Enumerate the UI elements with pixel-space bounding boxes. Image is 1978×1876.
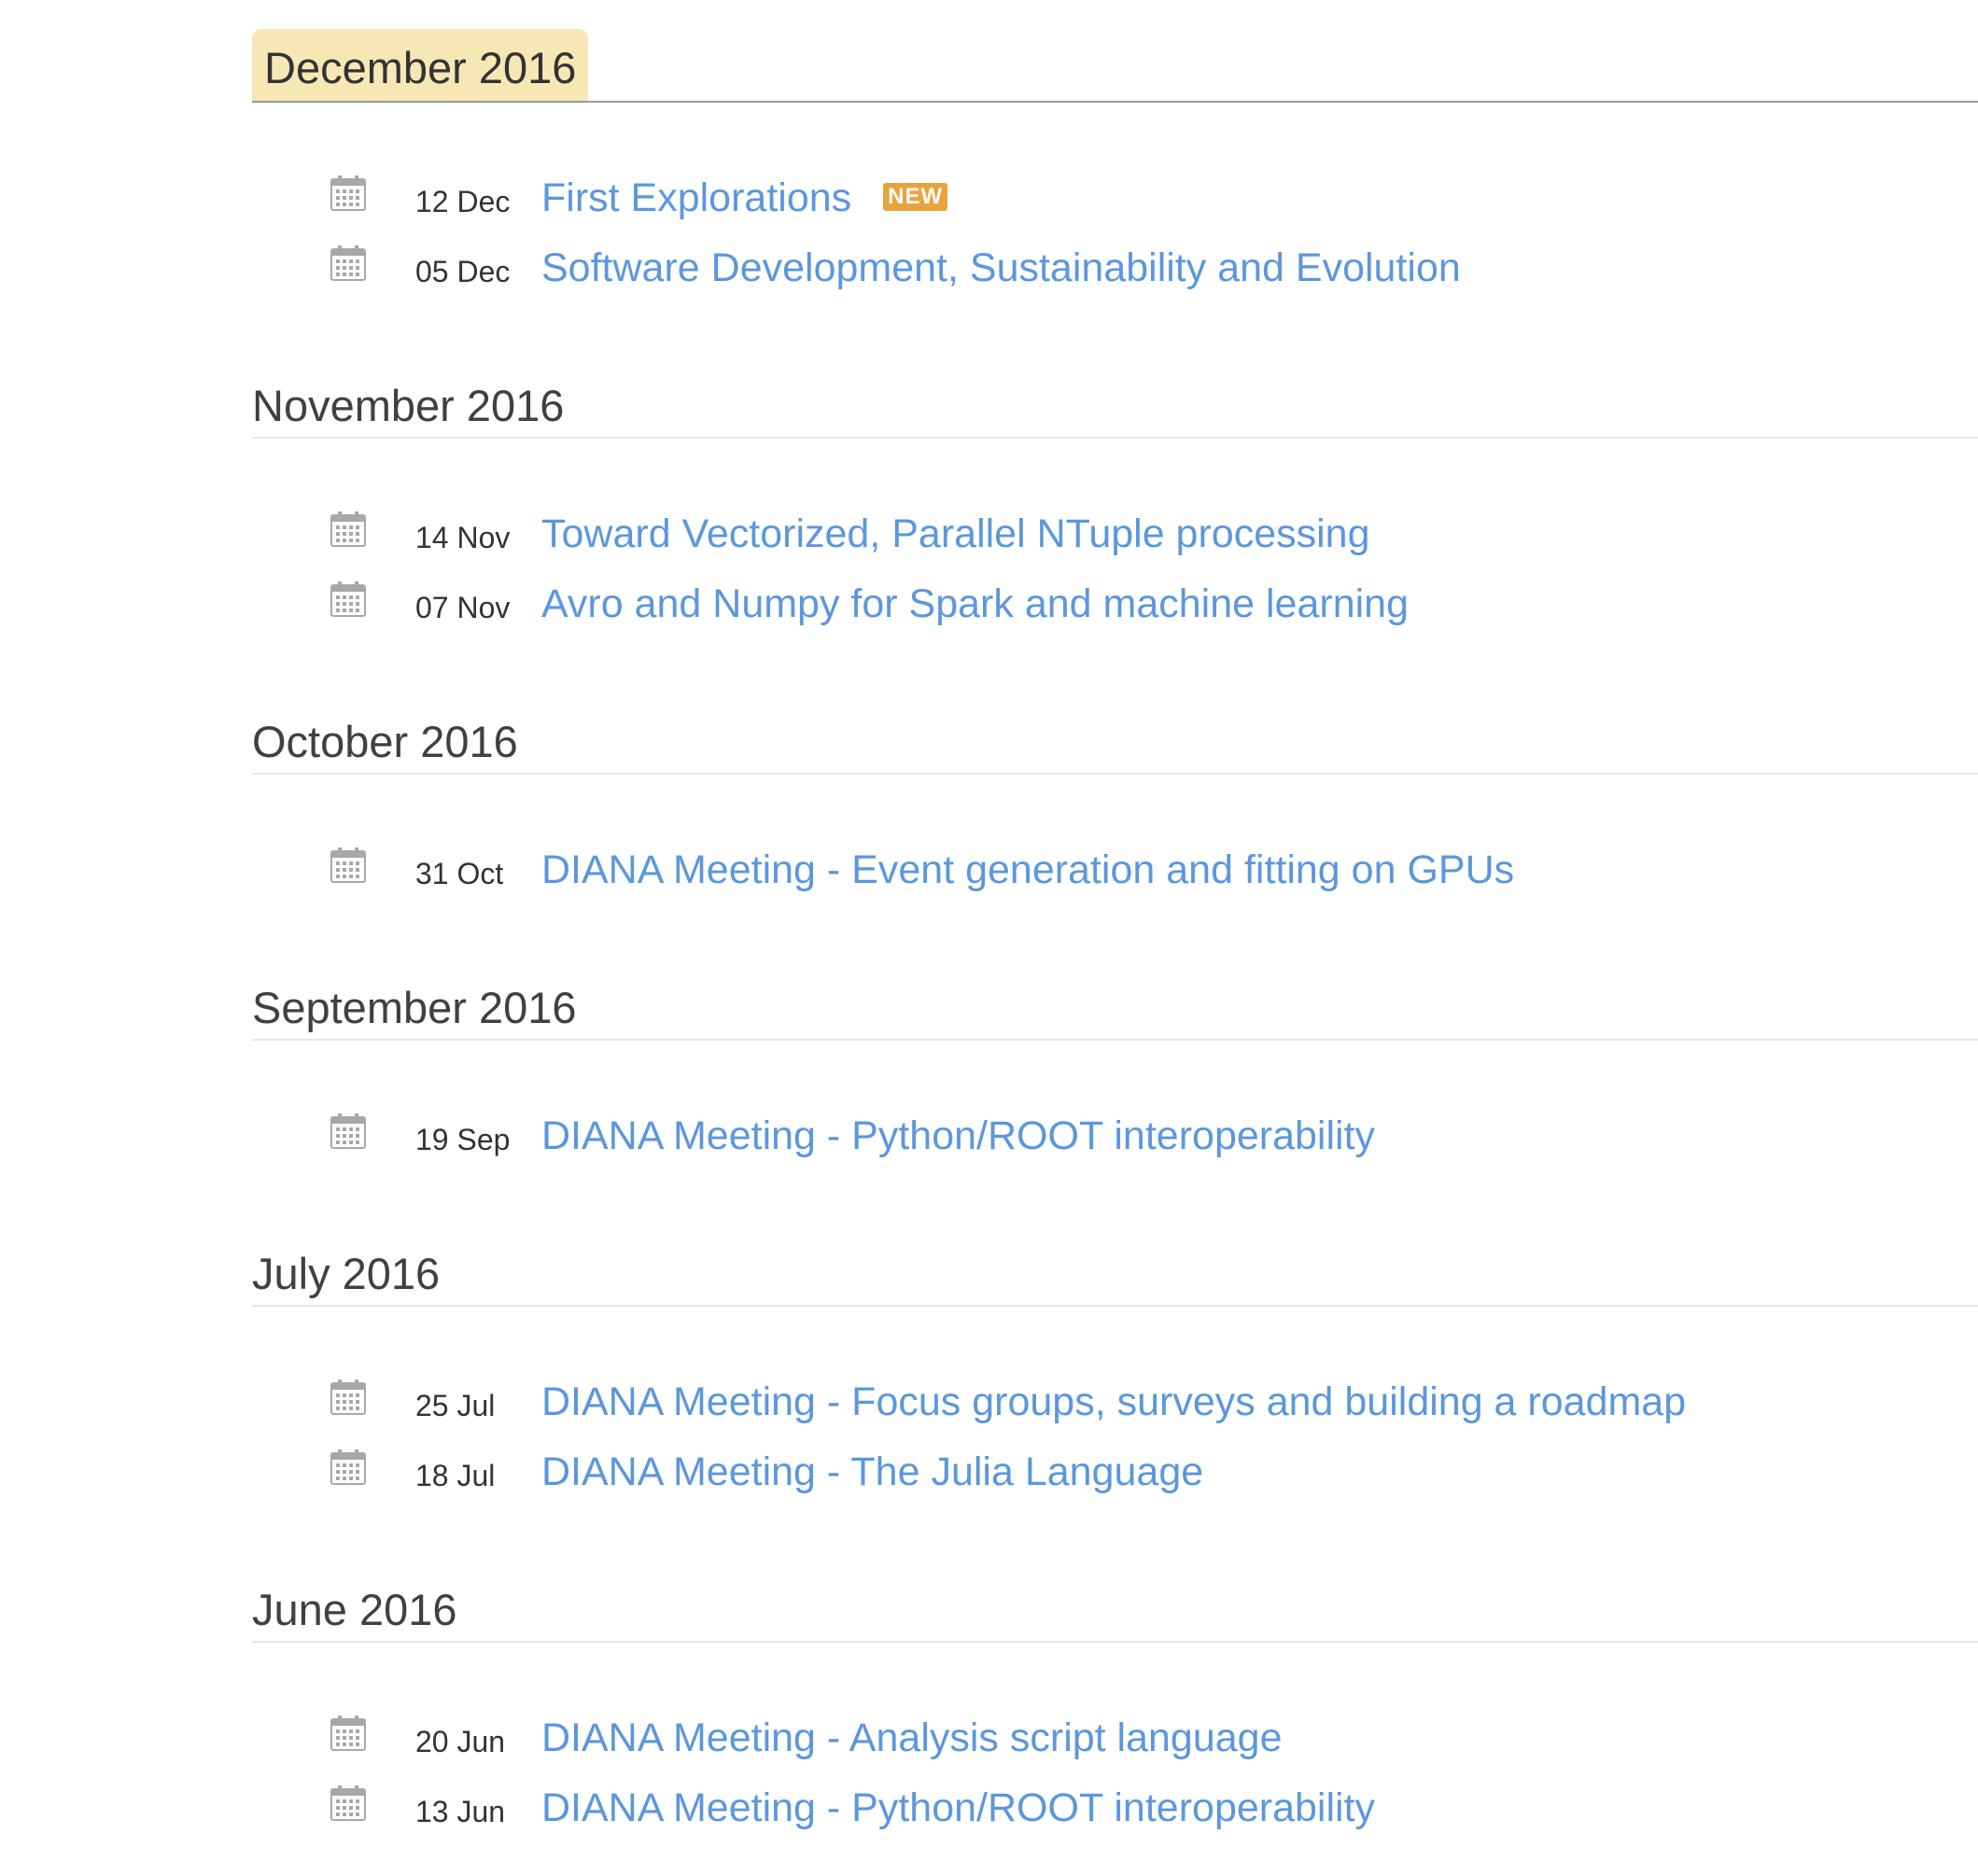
month-section: October 2016 31 Oct DIANA Meeting - Even… [252,672,1978,938]
event-item: 05 Dec Software Development, Sustainabil… [252,229,1978,299]
event-link[interactable]: DIANA Meeting - Analysis script language [541,1715,1283,1761]
event-title: Software Development, Sustainability and… [541,245,1461,290]
month-section: December 2016 12 Dec First Explorations … [252,0,1978,336]
calendar-icon [330,175,366,211]
event-date: 20 Jun [415,1725,506,1758]
event-link[interactable]: DIANA Meeting - Focus groups, surveys an… [541,1379,1686,1425]
event-item: 20 Jun DIANA Meeting - Analysis script l… [252,1699,1978,1769]
event-link[interactable]: DIANA Meeting - Python/ROOT interoperabi… [541,1113,1375,1159]
event-item: 31 Oct DIANA Meeting - Event generation … [252,831,1978,901]
event-date: 18 Jul [415,1459,496,1492]
event-list: 20 Jun DIANA Meeting - Analysis script l… [252,1643,1978,1876]
event-item: 13 Jun DIANA Meeting - Python/ROOT inter… [252,1769,1978,1839]
event-item: 07 Nov Avro and Numpy for Spark and mach… [252,565,1978,635]
event-link[interactable]: DIANA Meeting - The Julia Language [541,1449,1203,1495]
event-item: 12 Dec First Explorations NEW [252,159,1978,229]
event-timeline: December 2016 12 Dec First Explorations … [252,0,1978,1876]
event-link[interactable]: Software Development, Sustainability and… [541,245,1461,291]
calendar-icon [330,1379,366,1415]
event-title: DIANA Meeting - Event generation and fit… [541,847,1515,892]
calendar-icon [330,1113,366,1149]
event-item: 14 Nov Toward Vectorized, Parallel NTupl… [252,495,1978,565]
event-item: 25 Jul DIANA Meeting - Focus groups, sur… [252,1363,1978,1433]
event-title: DIANA Meeting - Analysis script language [541,1715,1283,1760]
event-date: 13 Jun [415,1795,506,1828]
month-header: October 2016 [252,672,1978,775]
month-section: September 2016 19 Sep DIANA Meeting - Py… [252,938,1978,1204]
month-header: December 2016 [252,0,1978,103]
event-title: DIANA Meeting - Focus groups, surveys an… [541,1379,1687,1424]
month-section: November 2016 14 Nov Toward Vectorized, … [252,336,1978,672]
event-title: DIANA Meeting - Python/ROOT interoperabi… [541,1785,1376,1830]
month-title: September 2016 [252,983,577,1032]
calendar-icon [330,847,366,883]
month-header: June 2016 [252,1540,1978,1643]
event-list: 19 Sep DIANA Meeting - Python/ROOT inter… [252,1041,1978,1204]
month-header: November 2016 [252,336,1978,439]
event-date: 05 Dec [415,255,511,288]
event-date: 14 Nov [415,521,511,554]
event-link[interactable]: Toward Vectorized, Parallel NTuple proce… [541,511,1370,557]
month-header: September 2016 [252,938,1978,1041]
event-title: Toward Vectorized, Parallel NTuple proce… [541,511,1370,556]
calendar-icon [330,511,366,547]
new-badge: NEW [883,182,948,211]
calendar-icon [330,581,366,617]
event-title: DIANA Meeting - The Julia Language [541,1449,1204,1494]
month-header: July 2016 [252,1204,1978,1307]
event-date: 12 Dec [415,185,511,218]
event-link[interactable]: First Explorations NEW [541,175,948,221]
event-link[interactable]: DIANA Meeting - Event generation and fit… [541,847,1514,893]
event-list: 12 Dec First Explorations NEW 05 Dec Sof… [252,103,1978,336]
month-title: December 2016 [252,29,589,101]
event-list: 25 Jul DIANA Meeting - Focus groups, sur… [252,1307,1978,1540]
event-title: Avro and Numpy for Spark and machine lea… [541,581,1409,626]
calendar-icon [330,245,366,281]
event-item: 19 Sep DIANA Meeting - Python/ROOT inter… [252,1097,1978,1167]
event-date: 07 Nov [415,591,511,624]
month-section: June 2016 20 Jun DIANA Meeting - Analysi… [252,1540,1978,1876]
calendar-icon [330,1715,366,1751]
month-title: July 2016 [252,1249,441,1298]
event-list: 31 Oct DIANA Meeting - Event generation … [252,775,1978,938]
month-title: November 2016 [252,381,565,430]
event-title: First Explorations [541,175,852,220]
event-link[interactable]: Avro and Numpy for Spark and machine lea… [541,581,1409,627]
event-link[interactable]: DIANA Meeting - Python/ROOT interoperabi… [541,1785,1375,1831]
event-item: 18 Jul DIANA Meeting - The Julia Languag… [252,1433,1978,1503]
month-title: June 2016 [252,1585,457,1634]
month-section: July 2016 25 Jul DIANA Meeting - Focus g… [252,1204,1978,1540]
calendar-icon [330,1449,366,1485]
event-date: 25 Jul [415,1389,496,1422]
event-date: 19 Sep [415,1123,511,1156]
event-list: 14 Nov Toward Vectorized, Parallel NTupl… [252,439,1978,672]
event-title: DIANA Meeting - Python/ROOT interoperabi… [541,1113,1376,1158]
calendar-icon [330,1785,366,1821]
month-title: October 2016 [252,717,518,766]
event-date: 31 Oct [415,857,504,890]
